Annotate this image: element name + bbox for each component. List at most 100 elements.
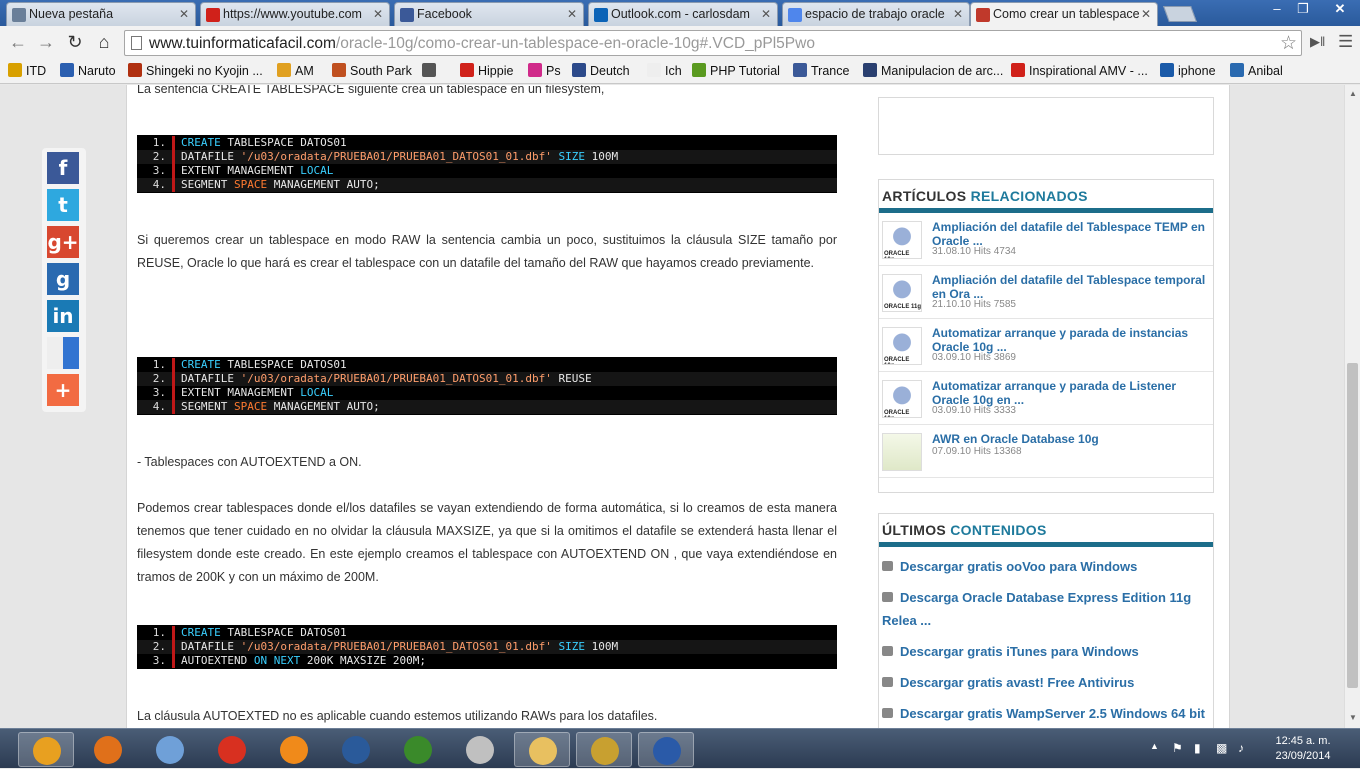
close-tab-icon[interactable]: ✕ — [953, 7, 963, 21]
chrome-taskbar-icon[interactable] — [18, 732, 74, 767]
bookmark-label: Ich — [665, 64, 682, 78]
bookmark-item[interactable]: Manipulacion de arc... — [863, 63, 1003, 78]
tab-favicon — [400, 8, 414, 22]
bookmark-item[interactable]: Hippie — [460, 63, 513, 78]
code-token: '/u03/oradata/PRUEBA01/PRUEBA01_DATOS01_… — [240, 640, 552, 653]
home-button[interactable]: ⌂ — [92, 31, 116, 55]
latest-item-label[interactable]: Descargar gratis avast! Free Antivirus — [900, 675, 1134, 690]
latest-item-label[interactable]: Descargar gratis WampServer 2.5 Windows … — [900, 706, 1205, 721]
latest-item[interactable]: Descargar gratis avast! Free Antivirus — [879, 667, 1213, 698]
tab[interactable]: Outlook.com - carlosdam ✕ — [588, 2, 778, 26]
scroll-down-icon[interactable]: ▼ — [1349, 713, 1357, 722]
tab[interactable]: espacio de trabajo oracle ✕ — [782, 2, 970, 26]
line-number: 3. — [137, 386, 175, 400]
bookmark-label: Ps — [546, 64, 561, 78]
new-tab-button[interactable] — [1163, 6, 1197, 22]
tab[interactable]: https://www.youtube.com ✕ — [200, 2, 390, 26]
googleplus-share-icon[interactable]: g+ — [47, 226, 79, 258]
clock[interactable]: 12:45 a. m. 23/09/2014 — [1268, 734, 1338, 764]
back-button[interactable]: ← — [6, 31, 30, 55]
map-taskbar-icon[interactable] — [390, 732, 446, 767]
latest-item[interactable]: Descargar gratis WampServer 2.5 Windows … — [879, 698, 1213, 728]
network-icon[interactable]: ▩ — [1216, 741, 1227, 755]
bookmark-item[interactable]: AM — [277, 63, 314, 78]
league-taskbar-icon[interactable] — [576, 732, 632, 767]
bookmark-item[interactable]: Anibal — [1230, 63, 1283, 78]
code-token: AUTOEXTEND — [181, 654, 254, 667]
related-article-title[interactable]: Automatizar arranque y parada de Listene… — [932, 379, 1214, 407]
extensions-button[interactable]: ▶‖ — [1310, 34, 1325, 50]
related-article-title[interactable]: Ampliación del datafile del Tablespace T… — [932, 220, 1214, 248]
bookmark-item[interactable]: ITD — [8, 63, 46, 78]
facebook-share-icon[interactable]: f — [47, 152, 79, 184]
settings-taskbar-icon[interactable] — [266, 732, 322, 767]
bookmark-star-icon[interactable]: ☆ — [1280, 32, 1297, 55]
restore-button[interactable]: ❐ — [1288, 0, 1318, 20]
menu-icon[interactable]: ☰ — [1338, 32, 1353, 52]
word-taskbar-icon[interactable] — [638, 732, 694, 767]
linkedin-share-icon[interactable]: in — [47, 300, 79, 332]
virtualbox-taskbar-icon[interactable] — [142, 732, 198, 767]
google-share-icon[interactable]: g — [47, 263, 79, 295]
bookmark-item[interactable] — [422, 63, 440, 78]
code-token: MANAGEMENT AUTO; — [267, 178, 380, 191]
app-glyph — [653, 737, 681, 765]
bookmark-item[interactable]: Inspirational AMV - ... — [1011, 63, 1148, 78]
related-article-title[interactable]: Automatizar arranque y parada de instanc… — [932, 326, 1214, 354]
close-tab-icon[interactable]: ✕ — [1141, 7, 1151, 21]
firefox-taskbar-icon[interactable] — [80, 732, 136, 767]
flag-icon[interactable]: ⚑ — [1172, 741, 1183, 755]
bookmark-item[interactable]: Naruto — [60, 63, 116, 78]
close-tab-icon[interactable]: ✕ — [373, 7, 383, 21]
battery-icon[interactable]: ▮ — [1194, 741, 1201, 755]
bookmark-item[interactable]: Shingeki no Kyojin ... — [128, 63, 263, 78]
latest-item[interactable]: Descargar gratis ooVoo para Windows — [879, 551, 1213, 582]
latest-item[interactable]: Descargar gratis iTunes para Windows — [879, 636, 1213, 667]
close-tab-icon[interactable]: ✕ — [179, 7, 189, 21]
app-taskbar-icon[interactable] — [328, 732, 384, 767]
bookmark-item[interactable]: Ich — [647, 63, 682, 78]
bookmark-item[interactable]: South Park — [332, 63, 412, 78]
related-article[interactable]: ORACLE 11g Ampliación del datafile del Ta… — [879, 266, 1213, 319]
close-window-button[interactable]: ✕ — [1320, 0, 1360, 20]
bookmark-item[interactable]: Trance — [793, 63, 849, 78]
close-tab-icon[interactable]: ✕ — [567, 7, 577, 21]
code-line: 1. CREATE TABLESPACE DATOS01 — [137, 136, 837, 150]
address-bar[interactable]: www.tuinformaticafacil.com/oracle-10g/co… — [124, 30, 1302, 56]
related-article[interactable]: ORACLE 10g Ampliación del datafile del Ta… — [879, 213, 1213, 266]
related-article-title[interactable]: AWR en Oracle Database 10g — [932, 432, 1214, 446]
presentation-taskbar-icon[interactable] — [452, 732, 508, 767]
bookmark-item[interactable]: Deutch — [572, 63, 630, 78]
share-bar: f t g+ g in + — [42, 148, 86, 412]
latest-item-label[interactable]: Descargar gratis ooVoo para Windows — [900, 559, 1137, 574]
latest-item-label[interactable]: Descarga Oracle Database Express Edition… — [882, 590, 1191, 628]
twitter-share-icon[interactable]: t — [47, 189, 79, 221]
related-article-title[interactable]: Ampliación del datafile del Tablespace t… — [932, 273, 1214, 301]
volume-icon[interactable]: ♪ — [1238, 741, 1244, 755]
latest-item-label[interactable]: Descargar gratis iTunes para Windows — [900, 644, 1139, 659]
tab[interactable]: Facebook ✕ — [394, 2, 584, 26]
bookmark-item[interactable]: PHP Tutorial — [692, 63, 780, 78]
tray-arrow-icon[interactable]: ▲ — [1150, 741, 1159, 751]
ccleaner-taskbar-icon[interactable] — [204, 732, 260, 767]
tab[interactable]: Como crear un tablespace ✕ — [970, 2, 1158, 27]
reload-button[interactable]: ↻ — [63, 31, 87, 55]
related-article[interactable]: ORACLE 10g Automatizar arranque y parada … — [879, 319, 1213, 372]
forward-button[interactable]: → — [34, 31, 58, 55]
explorer-taskbar-icon[interactable] — [514, 732, 570, 767]
bookmark-label: AM — [295, 64, 314, 78]
related-article[interactable]: ORACLE 10g Automatizar arranque y parada … — [879, 372, 1213, 425]
related-article[interactable]: AWR en Oracle Database 10g 07.09.10 Hits … — [879, 425, 1213, 478]
app-glyph — [94, 736, 122, 764]
tab[interactable]: Nueva pestaña ✕ — [6, 2, 196, 26]
more-share-icon[interactable]: + — [47, 374, 79, 406]
scroll-up-icon[interactable]: ▲ — [1349, 89, 1357, 98]
bookmark-item[interactable]: Ps — [528, 63, 561, 78]
scrollbar-thumb[interactable] — [1347, 363, 1358, 688]
arrow-bullet-icon — [882, 561, 893, 571]
latest-item[interactable]: Descarga Oracle Database Express Edition… — [879, 582, 1213, 636]
vertical-scrollbar[interactable]: ▲ ▼ — [1344, 85, 1360, 728]
close-tab-icon[interactable]: ✕ — [761, 7, 771, 21]
delicious-share-icon[interactable] — [47, 337, 79, 369]
bookmark-item[interactable]: iphone — [1160, 63, 1216, 78]
